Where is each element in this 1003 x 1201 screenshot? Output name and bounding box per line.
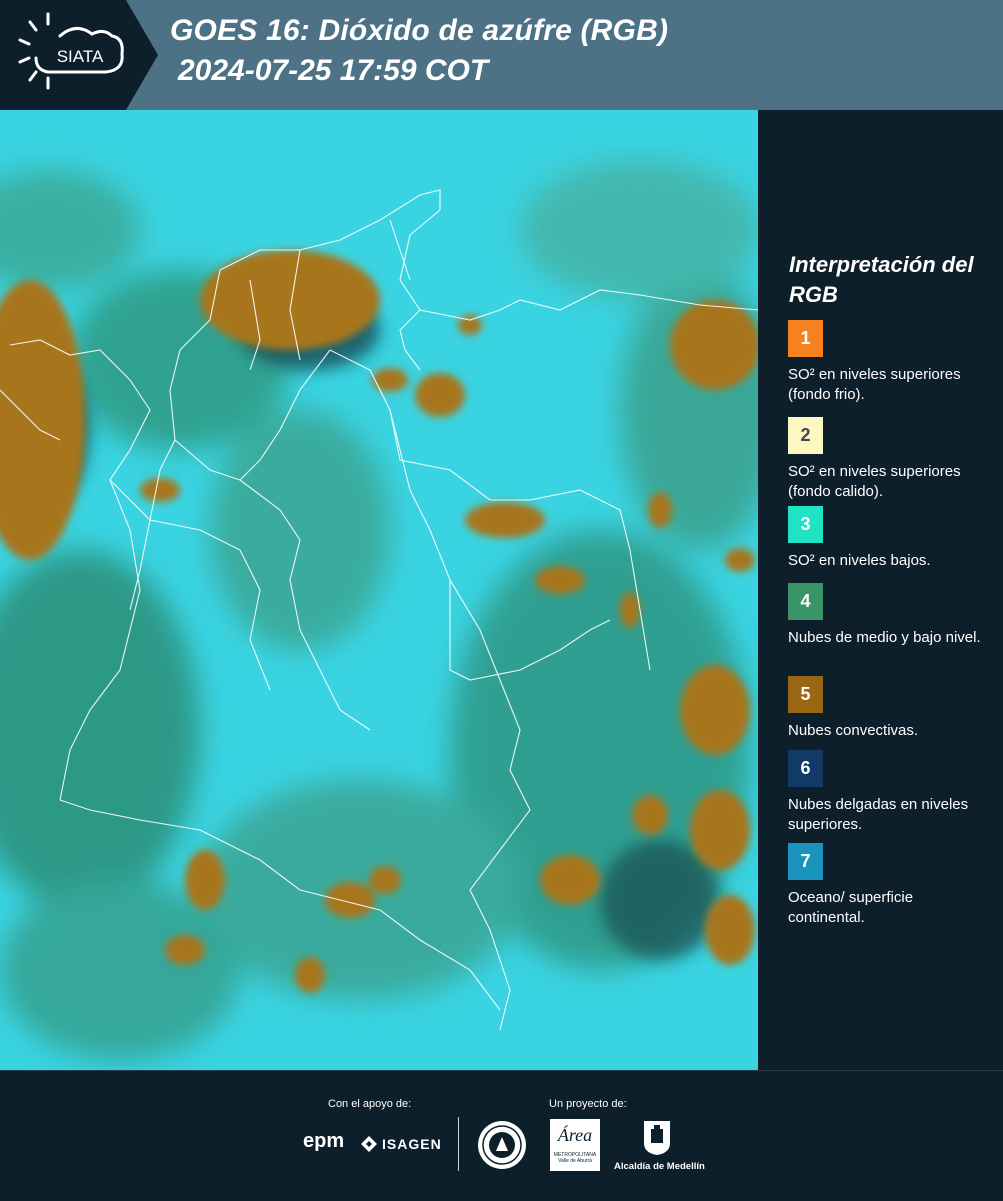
area-metropolitana-logo: Área METROPOLITANA Valle de Aburrá bbox=[550, 1119, 600, 1171]
medellin-seal-logo bbox=[478, 1121, 526, 1169]
legend-item: 4 Nubes de medio y bajo nivel. bbox=[788, 583, 993, 648]
legend-item: 3 SO² en niveles bajos. bbox=[788, 506, 993, 571]
metro-area-title: Área bbox=[557, 1125, 593, 1145]
legend-label: SO² en niveles bajos. bbox=[788, 552, 931, 569]
legend-item: 1 SO² en niveles superiores (fondo frio)… bbox=[788, 320, 993, 405]
isagen-logo: ISAGEN bbox=[360, 1134, 442, 1154]
satellite-map bbox=[0, 110, 758, 1070]
alcaldia-shield-icon bbox=[644, 1121, 670, 1155]
legend-swatch: 3 bbox=[788, 506, 823, 543]
legend-title: Interpretación del RGB bbox=[789, 252, 974, 307]
isagen-text: ISAGEN bbox=[382, 1136, 442, 1152]
legend-label: Nubes de medio y bajo nivel. bbox=[788, 629, 981, 646]
legend-item: 6 Nubes delgadas en niveles superiores. bbox=[788, 750, 993, 835]
legend-panel: Interpretación del RGB 1 SO² en niveles … bbox=[760, 110, 1003, 1070]
legend-item: 5 Nubes convectivas. bbox=[788, 676, 993, 741]
legend-swatch: 7 bbox=[788, 843, 823, 880]
footer: Con el apoyo de: Un proyecto de: epm ISA… bbox=[0, 1070, 1003, 1201]
legend-swatch: 6 bbox=[788, 750, 823, 787]
timestamp: 2024-07-25 17:59 COT bbox=[178, 54, 489, 87]
legend-label: SO² en niveles superiores (fondo frio). bbox=[788, 366, 961, 403]
legend-swatch: 5 bbox=[788, 676, 823, 713]
legend-label: Oceano/ superficie continental. bbox=[788, 889, 914, 926]
legend-item: 7 Oceano/ superficie continental. bbox=[788, 843, 993, 928]
project-label: Un proyecto de: bbox=[549, 1098, 627, 1110]
epm-logo: epm bbox=[303, 1130, 345, 1152]
page-title: GOES 16: Dióxido de azúfre (RGB) bbox=[170, 14, 669, 47]
support-label: Con el apoyo de: bbox=[328, 1098, 412, 1110]
logo-panel: SIATA bbox=[0, 0, 158, 110]
legend-label: SO² en niveles superiores (fondo calido)… bbox=[788, 463, 961, 500]
legend-swatch: 1 bbox=[788, 320, 823, 357]
legend-swatch: 4 bbox=[788, 583, 823, 620]
siata-logo: SIATA bbox=[0, 0, 158, 110]
svg-text:SIATA: SIATA bbox=[57, 47, 104, 66]
metro-area-subtitle-2: Valle de Aburrá bbox=[558, 1158, 592, 1164]
isagen-icon bbox=[361, 1136, 377, 1152]
satellite-image bbox=[0, 110, 758, 1070]
footer-divider bbox=[458, 1117, 459, 1171]
legend-swatch: 2 bbox=[788, 417, 823, 454]
alcaldia-label: Alcaldía de Medellín bbox=[614, 1161, 705, 1172]
legend-label: Nubes delgadas en niveles superiores. bbox=[788, 796, 969, 833]
legend-item: 2 SO² en niveles superiores (fondo calid… bbox=[788, 417, 993, 502]
header: SIATA GOES 16: Dióxido de azúfre (RGB) 2… bbox=[0, 0, 1003, 110]
legend-label: Nubes convectivas. bbox=[788, 722, 919, 739]
